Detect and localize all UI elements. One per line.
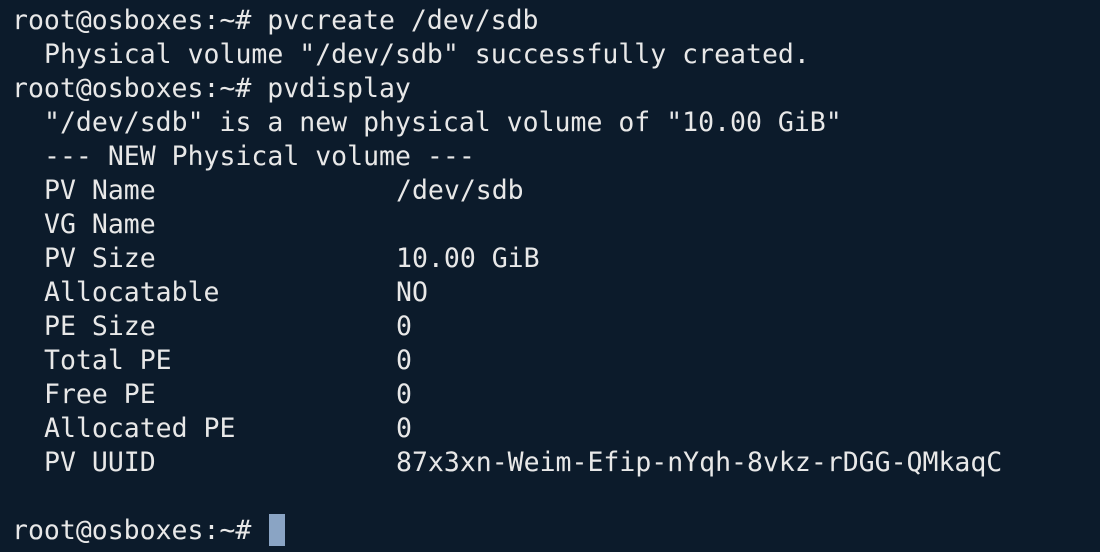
pv-field-row: Free PE 0 [12,378,1100,412]
command-line-pvdisplay: root@osboxes:~# pvdisplay [12,72,1100,106]
pv-field-value: 0 [396,413,412,444]
pv-field-label: VG Name [44,209,156,240]
pv-field-row: Allocatable NO [12,276,1100,310]
terminal-window[interactable]: root@osboxes:~# pvcreate /dev/sdb Physic… [0,0,1100,552]
pv-field-row: VG Name [12,208,1100,242]
pv-field-row: PV UUID 87x3xn-Weim-Efip-nYqh-8vkz-rDGG-Q… [12,446,1100,480]
pv-field-value: 87x3xn-Weim-Efip-nYqh-8vkz-rDGG-QMkaqC [396,447,1003,478]
pv-field-row: PV Size 10.00 GiB [12,242,1100,276]
pvcreate-output: Physical volume "/dev/sdb" successfully … [44,39,810,70]
pv-field-row: PE Size 0 [12,310,1100,344]
pv-field-label: PV Size [44,243,156,274]
pv-field-label: PE Size [44,311,156,342]
pv-field-value: 10.00 GiB [396,243,540,274]
pvdisplay-header: --- NEW Physical volume --- [44,141,475,172]
command-text: pvdisplay [267,73,411,104]
pv-field-value: 0 [396,379,412,410]
pv-field-value: /dev/sdb [396,175,524,206]
command-text: pvcreate /dev/sdb [267,5,539,36]
pv-field-label: Allocatable [44,277,220,308]
pv-field-label: PV Name [44,175,156,206]
pv-field-label: Total PE [44,345,172,376]
pv-field-value: 0 [396,311,412,342]
pvdisplay-intro: "/dev/sdb" is a new physical volume of "… [44,107,842,138]
pv-field-label: PV UUID [44,447,156,478]
command-line-pvcreate: root@osboxes:~# pvcreate /dev/sdb [12,4,1100,38]
shell-prompt: root@osboxes:~# [12,515,268,546]
pv-field-value: 0 [396,345,412,376]
pv-field-row: Allocated PE 0 [12,412,1100,446]
shell-prompt: root@osboxes:~# [12,73,268,104]
pv-field-label: Allocated PE [44,413,236,444]
pv-field-value: NO [396,277,428,308]
shell-prompt: root@osboxes:~# [12,5,268,36]
pv-field-row: Total PE 0 [12,344,1100,378]
active-prompt-line[interactable]: root@osboxes:~# [12,513,1100,548]
text-cursor [269,513,286,546]
pv-field-label: Free PE [44,379,156,410]
pv-field-row: PV Name/dev/sdb [12,174,1100,208]
